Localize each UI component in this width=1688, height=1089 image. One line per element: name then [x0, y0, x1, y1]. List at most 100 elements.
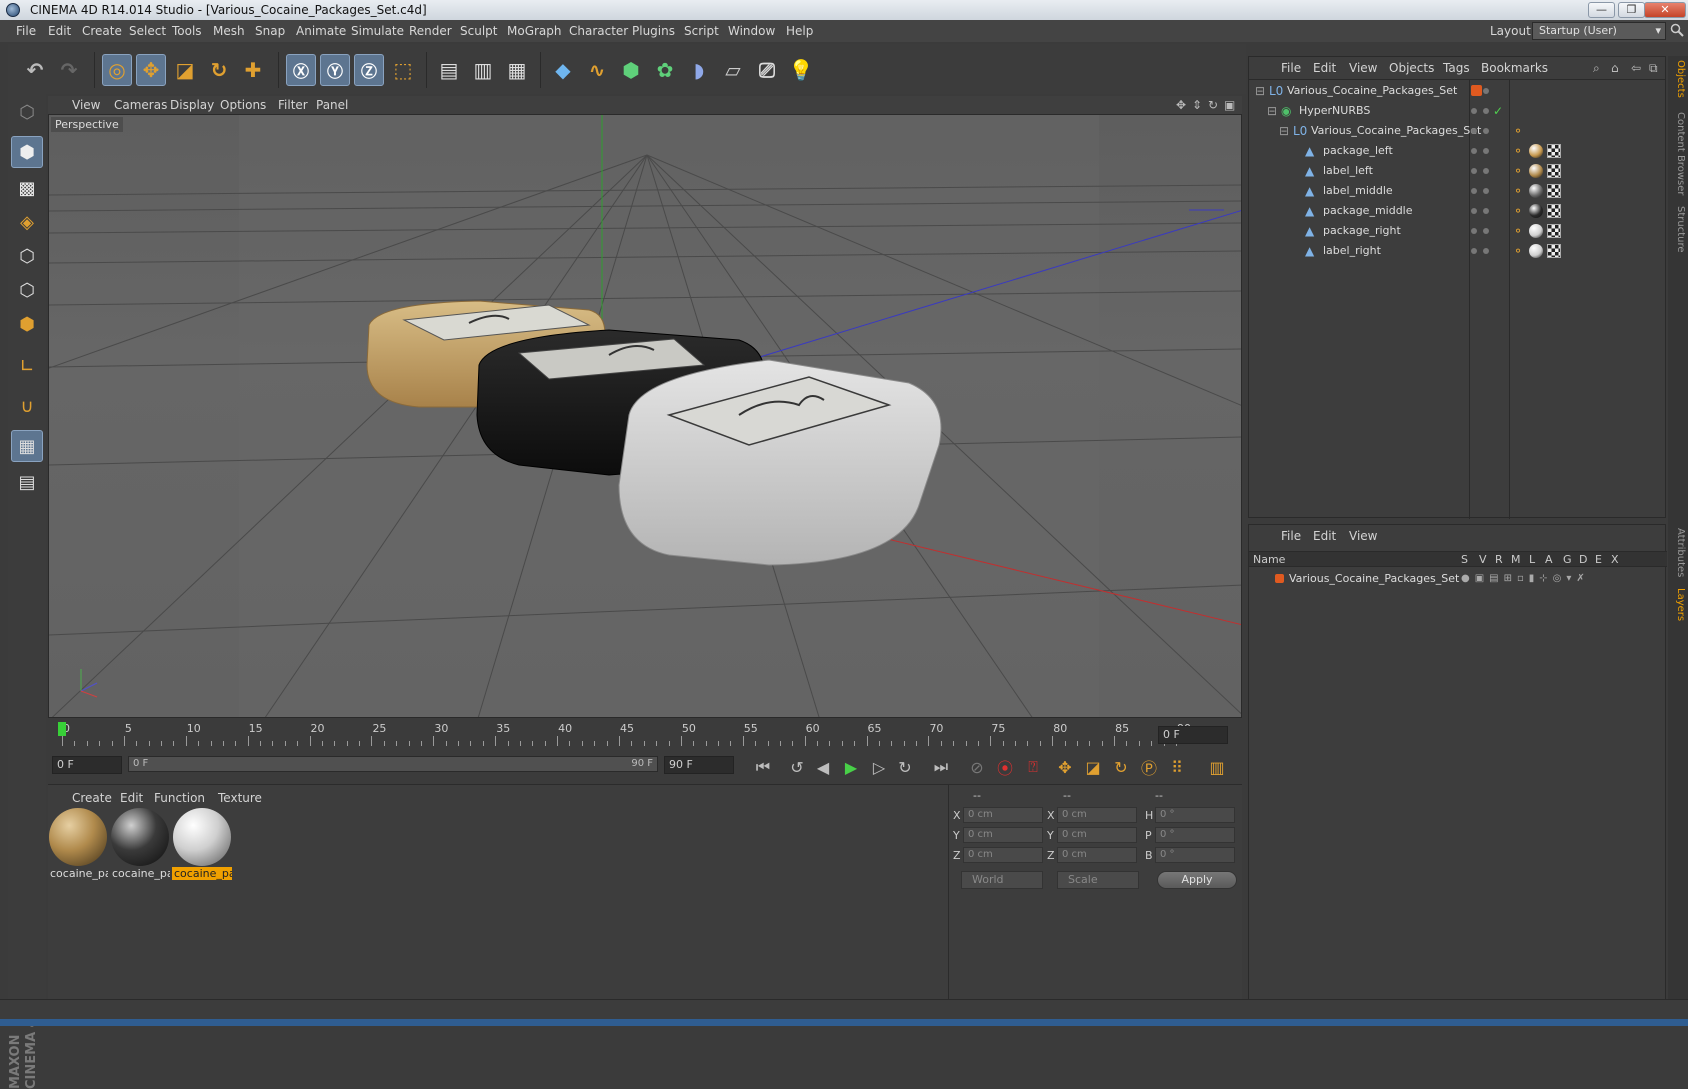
edges-mode-icon[interactable]: ⬡	[11, 274, 43, 306]
expand-toggle-icon[interactable]: ⊟	[1267, 104, 1277, 118]
previous-frame-icon[interactable]: ◀	[810, 755, 836, 779]
layer-flag-icons[interactable]: ●▣▤⊞▫▮⊹◎▾✗	[1461, 573, 1590, 584]
viewport-menu-options[interactable]: Options	[220, 98, 266, 112]
x-axis-icon[interactable]: Ⓧ	[286, 54, 316, 86]
playhead[interactable]	[58, 722, 66, 736]
menu-simulate[interactable]: Simulate	[351, 24, 404, 38]
render-visibility-dot[interactable]	[1483, 188, 1489, 194]
key-rotation-icon[interactable]: ↻	[1108, 755, 1134, 779]
material-menu-edit[interactable]: Edit	[120, 791, 143, 805]
deformer-icon[interactable]: ◗	[684, 54, 714, 86]
material-tag-icon[interactable]	[1529, 164, 1543, 178]
menu-sculpt[interactable]: Sculpt	[460, 24, 497, 38]
material-menu-create[interactable]: Create	[72, 791, 112, 805]
enabled-check-icon[interactable]: ✓	[1493, 104, 1503, 118]
render-visibility-dot[interactable]	[1483, 248, 1489, 254]
nurbs-icon[interactable]: ⬢	[616, 54, 646, 86]
close-button[interactable]: ✕	[1644, 2, 1686, 18]
render-visibility-dot[interactable]	[1483, 168, 1489, 174]
layer-col-g[interactable]: G	[1563, 553, 1572, 566]
viewport-menu-display[interactable]: Display	[170, 98, 214, 112]
layout-select[interactable]: Startup (User)	[1532, 22, 1666, 40]
viewport-menu-panel[interactable]: Panel	[316, 98, 348, 112]
material-tag-icon[interactable]	[1529, 244, 1543, 258]
objects-menu-objects[interactable]: Objects	[1389, 61, 1434, 75]
camera-icon[interactable]: ⎚	[752, 54, 782, 86]
tab-content-browser[interactable]: Content Browser	[1670, 112, 1686, 195]
y-axis-icon[interactable]: Ⓨ	[320, 54, 350, 86]
menu-character[interactable]: Character	[569, 24, 628, 38]
material-tag-icon[interactable]	[1529, 204, 1543, 218]
viewport-maximize-icon[interactable]: ▣	[1224, 98, 1235, 112]
live-selection-icon[interactable]: ◎	[102, 54, 132, 86]
layers-menu-edit[interactable]: Edit	[1313, 529, 1336, 543]
layer-col-l[interactable]: L	[1529, 553, 1535, 566]
viewport-rotate-icon[interactable]: ↻	[1208, 98, 1218, 112]
menu-help[interactable]: Help	[786, 24, 813, 38]
tab-structure[interactable]: Structure	[1670, 206, 1686, 253]
material-menu-texture[interactable]: Texture	[218, 791, 262, 805]
current-frame-field[interactable]: 0 F	[1158, 726, 1228, 744]
previous-key-icon[interactable]: ↺	[784, 755, 810, 779]
size-z-field[interactable]: 0 cm	[1057, 847, 1137, 863]
menu-window[interactable]: Window	[728, 24, 775, 38]
render-visibility-dot[interactable]	[1483, 208, 1489, 214]
render-view-icon[interactable]: ▤	[434, 54, 464, 86]
phong-tag-icon[interactable]: ⚬	[1513, 244, 1523, 258]
objects-new-window-icon[interactable]: ⧉	[1649, 61, 1658, 76]
array-icon[interactable]: ✿	[650, 54, 680, 86]
polygons-mode-icon[interactable]: ⬢	[11, 308, 43, 340]
model-mode-icon[interactable]: ⬢	[11, 136, 43, 168]
size-x-field[interactable]: 0 cm	[1057, 807, 1137, 823]
uvw-tag-icon[interactable]	[1547, 144, 1561, 158]
menu-file[interactable]: File	[16, 24, 36, 38]
phong-tag-icon[interactable]: ⚬	[1513, 144, 1523, 158]
layer-col-v[interactable]: V	[1479, 553, 1487, 566]
record-keys-icon[interactable]: ⊘	[964, 755, 990, 779]
render-visibility-dot[interactable]	[1483, 108, 1489, 114]
objects-menu-bookmarks[interactable]: Bookmarks	[1481, 61, 1548, 75]
minimize-button[interactable]: —	[1588, 2, 1615, 18]
material-swatch-selected[interactable]: cocaine_pa	[172, 807, 232, 883]
phong-tag-icon[interactable]: ⚬	[1513, 224, 1523, 238]
key-parameter-icon[interactable]: Ⓟ	[1136, 755, 1162, 779]
size-y-field[interactable]: 0 cm	[1057, 827, 1137, 843]
render-visibility-dot[interactable]	[1483, 228, 1489, 234]
uvw-tag-icon[interactable]	[1547, 164, 1561, 178]
pos-x-field[interactable]: 0 cm	[963, 807, 1043, 823]
layer-color-swatch[interactable]	[1275, 574, 1284, 583]
object-tree-row[interactable]: ▲ label_left ⚬	[1249, 161, 1667, 181]
key-position-icon[interactable]: ✥	[1052, 755, 1078, 779]
object-tree-row[interactable]: ▲ package_left ⚬	[1249, 141, 1667, 161]
spline-pen-icon[interactable]: ∿	[582, 54, 612, 86]
light-icon[interactable]: 💡	[786, 54, 816, 86]
key-pla-icon[interactable]: ⠿	[1164, 755, 1190, 779]
layer-col-e[interactable]: E	[1595, 553, 1602, 566]
editor-visibility-dot[interactable]	[1471, 168, 1477, 174]
object-tree-row[interactable]: ▲ label_middle ⚬	[1249, 181, 1667, 201]
go-to-end-icon[interactable]: ⏭	[928, 755, 954, 779]
menu-select[interactable]: Select	[129, 24, 166, 38]
undo-icon[interactable]: ↶	[20, 54, 50, 86]
layer-col-s[interactable]: S	[1461, 553, 1468, 566]
material-tag-icon[interactable]	[1529, 184, 1543, 198]
tab-attributes[interactable]: Attributes	[1670, 528, 1686, 577]
expand-toggle-icon[interactable]: ⊟	[1279, 124, 1289, 138]
pos-z-field[interactable]: 0 cm	[963, 847, 1043, 863]
points-mode-icon[interactable]: ⬡	[11, 240, 43, 272]
material-menu-function[interactable]: Function	[154, 791, 205, 805]
next-key-icon[interactable]: ↻	[892, 755, 918, 779]
workplane-lock-icon[interactable]: ▦	[11, 430, 43, 462]
objects-menu-tags[interactable]: Tags	[1443, 61, 1470, 75]
go-to-start-icon[interactable]: ⏮	[750, 755, 776, 779]
menu-snap[interactable]: Snap	[255, 24, 285, 38]
axis-mode-icon[interactable]: ∟	[11, 350, 43, 382]
rot-p-field[interactable]: 0 °	[1155, 827, 1235, 843]
objects-menu-file[interactable]: File	[1281, 61, 1301, 75]
phong-tag-icon[interactable]: ⚬	[1513, 164, 1523, 178]
object-tree-row[interactable]: ⊟ ◉ HyperNURBS ✓	[1249, 101, 1667, 121]
restore-button[interactable]: ❐	[1618, 2, 1645, 18]
viewport-pan-icon[interactable]: ✥	[1176, 98, 1186, 112]
render-settings-icon[interactable]: ▦	[502, 54, 532, 86]
perspective-viewport[interactable]: Perspective	[48, 114, 1242, 718]
